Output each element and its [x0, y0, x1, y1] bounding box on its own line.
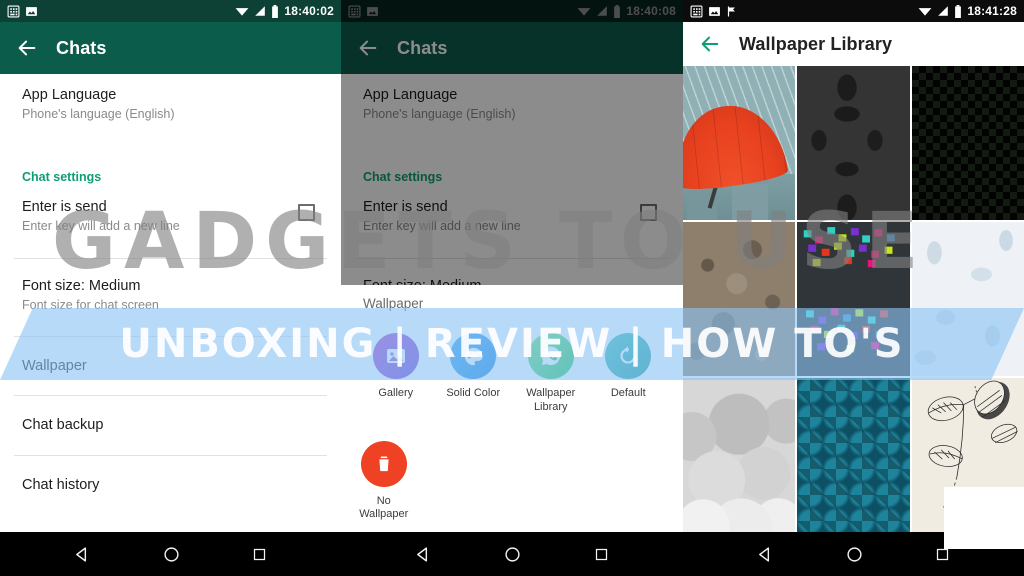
option-label: No Wallpaper [359, 494, 409, 521]
back-arrow-icon[interactable] [699, 33, 721, 55]
option-label: Gallery [378, 387, 414, 399]
status-bar-clock: 18:41:28 [967, 4, 1017, 18]
status-bar-clock: 18:40:02 [284, 4, 334, 18]
panel-wallpaper-dialog: 18:40:08 Chats App Language Phone's lang… [341, 0, 683, 576]
nav-bar [341, 532, 683, 576]
wallpaper-option-no-wallpaper[interactable]: No Wallpaper [341, 415, 427, 523]
watermark-tagline: UNBOXING | REVIEW | HOW TO'S [119, 321, 905, 367]
back-triangle-icon[interactable] [415, 546, 432, 563]
toolbar: Chats [0, 22, 341, 74]
row-title: App Language [22, 87, 117, 103]
page-title: Chats [56, 37, 107, 58]
home-circle-icon[interactable] [163, 546, 180, 563]
status-bar-right-icons: 18:41:28 [918, 4, 1017, 18]
wallpaper-grid [683, 66, 1024, 532]
wifi-icon [918, 8, 932, 16]
screenshot-stage: 18:40:02 Chats App Language Phone's lang… [0, 0, 1024, 576]
setting-row-chat-history[interactable]: Chat history [0, 456, 341, 514]
status-bar-right-icons: 18:40:02 [235, 4, 334, 18]
setting-row-app-language[interactable]: App Language Phone's language (English) [0, 74, 341, 134]
nav-bar [0, 532, 341, 576]
page-title: Wallpaper Library [739, 33, 893, 54]
calculator-icon [7, 5, 20, 17]
flag-icon [727, 5, 735, 17]
status-bar-scrim [341, 0, 683, 22]
wifi-icon [235, 8, 249, 16]
back-triangle-icon[interactable] [757, 546, 774, 563]
row-title: Chat backup [22, 417, 104, 434]
status-bar-left-icons [690, 5, 738, 18]
row-subtitle: Phone's language (English) [22, 107, 175, 122]
wallpaper-tile-teal-diamond-pattern[interactable] [797, 378, 910, 532]
status-bar: 18:41:28 [683, 0, 1024, 22]
signal-icon [938, 6, 949, 16]
panel-chats-settings: 18:40:02 Chats App Language Phone's lang… [0, 0, 341, 576]
section-header-chat-settings: Chat settings [22, 169, 102, 184]
row-title: Chat history [22, 476, 100, 493]
gallery-icon [709, 6, 720, 16]
home-circle-icon[interactable] [504, 546, 521, 563]
back-triangle-icon[interactable] [74, 546, 91, 563]
gallery-icon [26, 6, 37, 16]
option-label: Default [610, 387, 646, 399]
clouds-pattern [683, 378, 796, 532]
battery-icon [955, 4, 962, 18]
status-bar-left-icons [7, 5, 38, 18]
recents-square-icon[interactable] [594, 547, 609, 562]
option-label: Wallpaper Library [526, 387, 576, 413]
back-arrow-icon[interactable] [16, 37, 38, 59]
calculator-icon [690, 5, 703, 17]
toolbar: Wallpaper Library [683, 22, 1024, 66]
option-label: Solid Color [446, 387, 501, 399]
battery-icon [272, 4, 279, 18]
trash-icon [360, 440, 407, 487]
watermark-tagline-band: UNBOXING | REVIEW | HOW TO'S [0, 308, 1024, 380]
watermark-brand: GADGETS TO USE [52, 197, 927, 287]
status-bar: 18:40:02 [0, 0, 341, 22]
signal-icon [255, 6, 266, 16]
recents-square-icon[interactable] [252, 547, 267, 562]
wallpaper-tile-gray-clouds[interactable] [683, 378, 796, 532]
home-circle-icon[interactable] [846, 546, 863, 563]
teal-diamond-overlay [797, 378, 910, 532]
white-overlay-box [944, 487, 1024, 549]
setting-row-chat-backup[interactable]: Chat backup [0, 396, 341, 454]
